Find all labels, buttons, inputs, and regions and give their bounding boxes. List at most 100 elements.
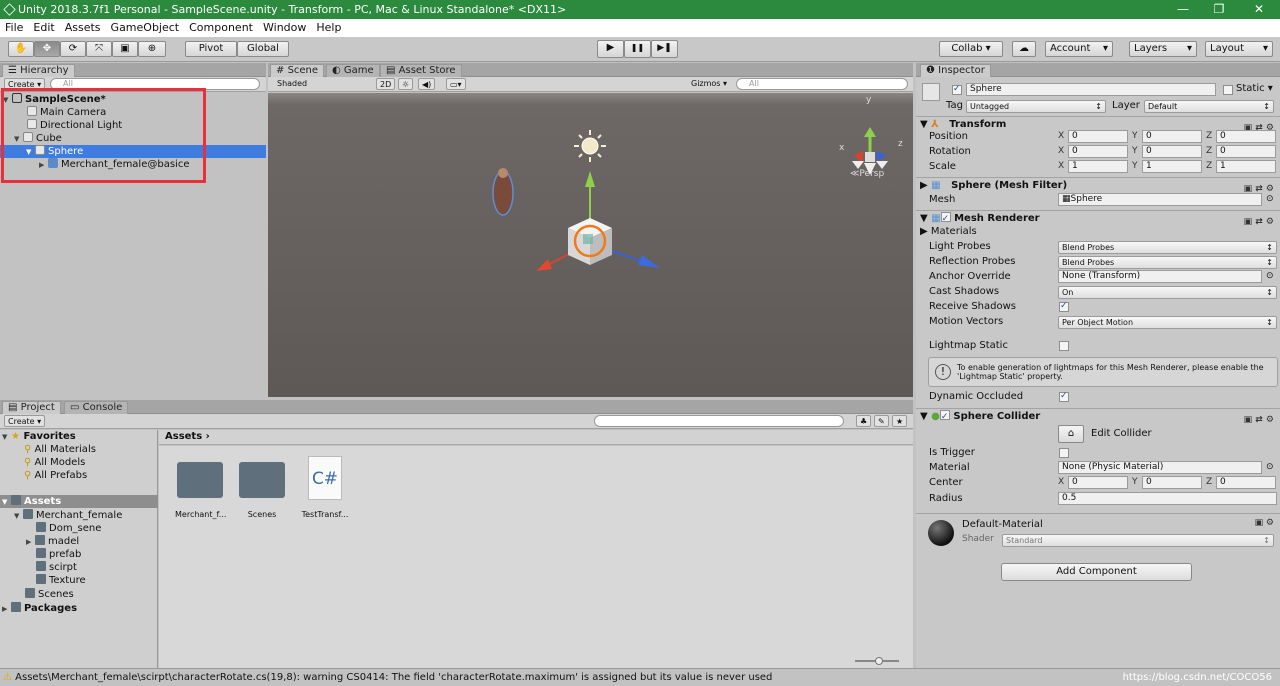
asset-test-transform-script[interactable]: C# TestTransf... [299, 456, 351, 519]
rotate-tool-icon[interactable]: ⟳ [60, 41, 86, 57]
minimize-button[interactable]: — [1164, 0, 1202, 19]
fav-all-models[interactable]: ⚲ All Models [24, 456, 85, 469]
menu-gameobject[interactable]: GameObject [106, 21, 185, 34]
lightmap-static-checkbox[interactable] [1059, 341, 1069, 351]
packages-row[interactable]: ▶ Packages [2, 602, 77, 615]
receive-shadows-checkbox[interactable] [1059, 301, 1069, 312]
folder-madel[interactable]: ▶ madel [26, 535, 79, 548]
material-menu-icons[interactable]: ▣ ⚙ [1255, 518, 1274, 528]
folder-scenes[interactable]: Scenes [25, 588, 74, 601]
fav-all-materials[interactable]: ⚲ All Materials [24, 443, 96, 456]
mesh-renderer-header[interactable]: ▼ ▦ Mesh Renderer ▣ ⇄ ⚙ [916, 210, 1280, 227]
layers-dropdown[interactable]: Layers ▾ [1129, 41, 1197, 57]
light-probes-dropdown[interactable]: Blend Probes [1058, 241, 1277, 254]
project-search-input[interactable] [594, 415, 844, 427]
shader-dropdown[interactable]: Standard [1002, 534, 1274, 547]
object-picker-icon[interactable]: ⊙ [1266, 462, 1274, 472]
component-menu-icons[interactable]: ▣ ⇄ ⚙ [1244, 412, 1274, 428]
menu-edit[interactable]: Edit [28, 21, 59, 34]
filter-type-icon[interactable]: ♣ [856, 415, 872, 427]
renderer-enabled-checkbox[interactable] [940, 211, 951, 227]
asset-merchant-folder[interactable]: Merchant_f... [175, 462, 226, 519]
edit-collider-button[interactable]: ⌂ [1058, 425, 1084, 443]
expand-icon[interactable]: ▶ [920, 180, 931, 191]
materials-foldout[interactable]: ▶ Materials [920, 226, 977, 237]
dynamic-occluded-checkbox[interactable] [1059, 391, 1069, 402]
effects-toggle-icon[interactable]: ▭▾ [446, 78, 466, 90]
mode-2d-toggle[interactable]: 2D [376, 78, 396, 90]
folder-dom-sene[interactable]: Dom_sene [36, 522, 101, 535]
expand-icon[interactable]: ▼ [920, 213, 931, 224]
radius-field[interactable]: 0.5 [1058, 492, 1277, 505]
status-bar[interactable]: ⚠ Assets\Merchant_female\scirpt\characte… [0, 668, 1280, 686]
filter-label-icon[interactable]: ✎ [874, 415, 889, 427]
sphere-collider-header[interactable]: ▼ ● Sphere Collider ▣ ⇄ ⚙ [916, 408, 1280, 425]
static-dropdown[interactable]: Static ▾ [1236, 83, 1273, 94]
component-menu-icons[interactable]: ▣ ⇄ ⚙ [1244, 214, 1274, 230]
shading-mode-dropdown[interactable]: Shaded [274, 78, 370, 90]
motion-vectors-dropdown[interactable]: Per Object Motion [1058, 316, 1277, 329]
object-picker-icon[interactable]: ⊙ [1266, 271, 1274, 281]
favorites-row[interactable]: ▼ ★ Favorites [2, 430, 76, 443]
lighting-toggle-icon[interactable]: ☼ [398, 78, 414, 90]
transform-scale-y[interactable]: 1 [1142, 160, 1202, 173]
transform-rotation-z[interactable]: 0 [1216, 145, 1276, 158]
mesh-filter-header[interactable]: ▶ ▦ Sphere (Mesh Filter) ▣ ⇄ ⚙ [916, 177, 1280, 194]
zoom-slider[interactable] [855, 657, 899, 665]
cast-shadows-dropdown[interactable]: On [1058, 286, 1277, 299]
collider-material-field[interactable]: None (Physic Material) [1058, 461, 1262, 474]
transform-rotation-y[interactable]: 0 [1142, 145, 1202, 158]
collab-dropdown[interactable]: Collab ▾ [939, 41, 1003, 57]
breadcrumb[interactable]: Assets › [159, 430, 913, 445]
mesh-field[interactable]: ▦Sphere [1058, 193, 1262, 206]
scene-viewport[interactable]: y x z ≪Persp [268, 93, 913, 397]
tab-console[interactable]: ▭ Console [64, 401, 129, 414]
step-button[interactable]: ▶❚ [651, 40, 678, 58]
rect-tool-icon[interactable]: ▣ [112, 41, 138, 57]
tab-project[interactable]: ▤ Project [2, 401, 61, 414]
expand-icon[interactable]: ▼ [920, 119, 931, 130]
transform-tool-icon[interactable]: ⊕ [138, 41, 166, 57]
hand-tool-icon[interactable]: ✋ [8, 41, 34, 57]
transform-position-y[interactable]: 0 [1142, 130, 1202, 143]
object-name-field[interactable]: Sphere [966, 83, 1216, 96]
tab-inspector[interactable]: ❶ Inspector [920, 64, 991, 77]
menu-component[interactable]: Component [184, 21, 258, 34]
play-button[interactable]: ▶ [597, 40, 624, 58]
anchor-override-field[interactable]: None (Transform) [1058, 270, 1262, 283]
reflection-probes-dropdown[interactable]: Blend Probes [1058, 256, 1277, 269]
transform-scale-x[interactable]: 1 [1068, 160, 1128, 173]
center-x-field[interactable]: 0 [1068, 476, 1128, 489]
expand-icon[interactable]: ▼ [2, 431, 11, 444]
collider-enabled-checkbox[interactable] [939, 409, 950, 425]
transform-rotation-x[interactable]: 0 [1068, 145, 1128, 158]
static-checkbox[interactable] [1223, 85, 1233, 95]
scale-tool-icon[interactable]: ⤧ [86, 41, 112, 57]
folder-texture[interactable]: Texture [36, 574, 86, 587]
zoom-slider-thumb[interactable] [875, 657, 883, 665]
menu-window[interactable]: Window [258, 21, 311, 34]
menu-help[interactable]: Help [311, 21, 346, 34]
maximize-button[interactable]: ❐ [1200, 0, 1238, 19]
expand-icon[interactable]: ▶ [2, 603, 11, 616]
favorite-star-icon[interactable]: ★ [892, 415, 908, 427]
gizmos-dropdown[interactable]: Gizmos ▾ [688, 78, 730, 90]
cloud-icon[interactable]: ☁ [1012, 41, 1036, 57]
expand-icon[interactable]: ▼ [14, 510, 23, 523]
persp-label[interactable]: ≪Persp [850, 169, 884, 179]
project-create-button[interactable]: Create ▾ [4, 415, 46, 427]
tab-game[interactable]: ◐ Game [326, 64, 380, 77]
center-y-field[interactable]: 0 [1142, 476, 1202, 489]
fav-all-prefabs[interactable]: ⚲ All Prefabs [24, 469, 87, 482]
expand-icon[interactable]: ▼ [2, 496, 11, 509]
object-picker-icon[interactable]: ⊙ [1266, 194, 1274, 204]
folder-merchant-female[interactable]: ▼ Merchant_female [14, 509, 122, 522]
scene-search-input[interactable]: All [736, 78, 908, 90]
add-component-button[interactable]: Add Component [1001, 563, 1192, 581]
pause-button[interactable]: ❚❚ [624, 40, 651, 58]
close-button[interactable]: ✕ [1240, 0, 1278, 19]
assets-row[interactable]: ▼ Assets [0, 495, 158, 508]
transform-position-x[interactable]: 0 [1068, 130, 1128, 143]
transform-scale-z[interactable]: 1 [1216, 160, 1276, 173]
tab-asset-store[interactable]: ▤ Asset Store [380, 64, 462, 77]
